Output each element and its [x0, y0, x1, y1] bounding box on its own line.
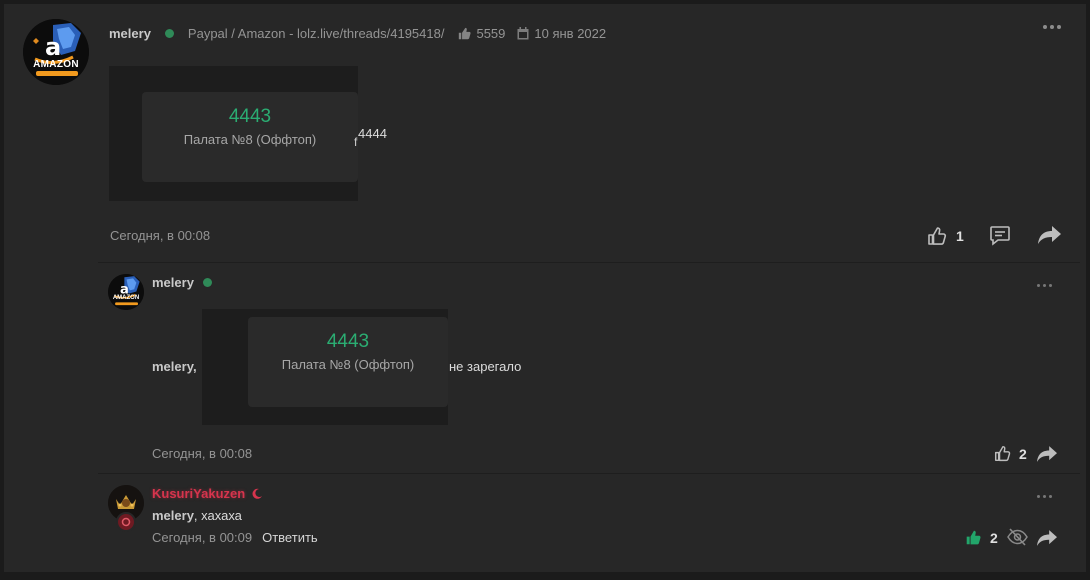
moon-badge-icon: [251, 488, 263, 500]
comment2-author-name[interactable]: KusuriYakuzen: [152, 486, 245, 501]
thread-panel: a AMAZON melery Paypal / Amazon - lolz.l…: [4, 4, 1086, 572]
post-menu-button[interactable]: [1043, 25, 1061, 29]
hide-eye-icon[interactable]: [1007, 528, 1028, 549]
comment2-body: melery, хахаха: [152, 508, 242, 523]
comment2-avatar-badge: [116, 512, 136, 532]
thread-link[interactable]: Paypal / Amazon - lolz.live/threads/4195…: [188, 26, 445, 41]
comment2-like-count: 2: [990, 529, 998, 546]
post-date: 10 янв 2022: [534, 25, 607, 41]
comment2-mention[interactable]: melery: [152, 508, 194, 523]
post-like-count: 1: [956, 228, 964, 244]
post-trailing-text: 4444: [358, 126, 387, 141]
comment2-text: , хахаха: [193, 508, 242, 523]
post-like-button[interactable]: 1: [927, 226, 964, 246]
embed-forum-label: Палата №8 (Оффтоп): [281, 357, 415, 372]
comment1-like-button[interactable]: 2: [994, 445, 1027, 462]
post-author-avatar[interactable]: a AMAZON: [23, 19, 89, 85]
comment2-header: KusuriYakuzen: [152, 486, 263, 501]
online-status-dot: [202, 278, 212, 287]
embed-forum-label: Палата №8 (Оффтоп): [183, 132, 317, 147]
share-icon[interactable]: [1037, 530, 1057, 549]
comment1-header: melery: [152, 275, 212, 290]
thumb-up-icon: [927, 226, 947, 246]
amazon-logo-icon: a: [108, 274, 144, 310]
comment2-like-button[interactable]: 2: [965, 529, 998, 546]
online-status-dot: [164, 28, 174, 38]
comment1-text: не зарегало: [449, 359, 522, 374]
embed-card: 4443 Палата №8 (Оффтоп): [248, 317, 448, 407]
post-time[interactable]: Сегодня, в 00:08: [110, 228, 210, 243]
likes-total-icon: [458, 27, 472, 40]
embed-number: 4443: [326, 331, 370, 352]
comment1-avatar[interactable]: a AMAZON: [108, 274, 144, 310]
comment1-menu-button[interactable]: [1037, 284, 1052, 287]
post-embed-preview[interactable]: 4443 Палата №8 (Оффтоп): [109, 66, 358, 201]
thumb-up-icon: [965, 529, 982, 546]
comment1-avatar-caption: AMAZON: [112, 295, 140, 301]
embed-card: 4443 Палата №8 (Оффтоп): [142, 92, 358, 182]
divider: [98, 262, 1080, 263]
comment-icon[interactable]: [989, 225, 1011, 249]
embed-number: 4443: [228, 106, 272, 127]
calendar-icon: [517, 26, 529, 40]
divider: [98, 473, 1080, 474]
comment2-time[interactable]: Сегодня, в 00:09: [152, 530, 252, 545]
post-meta-row: melery Paypal / Amazon - lolz.live/threa…: [109, 24, 606, 42]
comment1-embed-preview[interactable]: 4443 Палата №8 (Оффтоп): [202, 309, 448, 425]
post-avatar-caption: AMAZON: [33, 59, 79, 70]
share-icon[interactable]: [1038, 226, 1061, 247]
comment1-time[interactable]: Сегодня, в 00:08: [152, 446, 252, 461]
comment2-menu-button[interactable]: [1037, 495, 1052, 498]
amazon-logo-icon: a: [23, 19, 89, 85]
thumb-up-icon: [994, 445, 1011, 462]
share-icon[interactable]: [1037, 446, 1057, 465]
comment2-footer: Сегодня, в 00:09 Ответить: [152, 530, 318, 545]
likes-total-count: 5559: [476, 25, 506, 41]
reply-button[interactable]: Ответить: [262, 530, 318, 545]
comment1-mention[interactable]: melery,: [152, 359, 197, 374]
post-author-name[interactable]: melery: [109, 26, 151, 41]
comment1-like-count: 2: [1019, 445, 1027, 462]
comment1-author-name[interactable]: melery: [152, 275, 194, 290]
post-trailing-char: f: [354, 135, 358, 149]
svg-text:a: a: [45, 33, 61, 61]
